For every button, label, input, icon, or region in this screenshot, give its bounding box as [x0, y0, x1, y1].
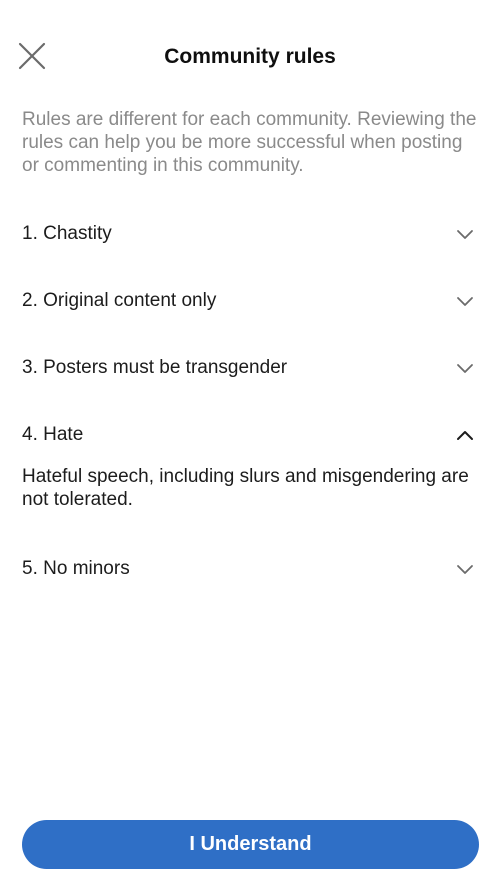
i-understand-button[interactable]: I Understand [22, 820, 479, 869]
rule-item-2[interactable]: 2. Original content only [0, 267, 500, 334]
rule-description: Hateful speech, including slurs and misg… [22, 466, 469, 510]
rules-intro-text: Rules are different for each community. … [22, 109, 477, 176]
chevron-down-icon [454, 290, 476, 312]
rule-title: 2. Original content only [22, 289, 217, 311]
community-rules-screen: Community rules Rules are different for … [0, 0, 500, 890]
rule-title: 3. Posters must be transgender [22, 356, 288, 378]
rule-title: 5. No minors [22, 557, 130, 579]
header: Community rules [0, 0, 500, 112]
chevron-down-icon [454, 357, 476, 379]
rule-item-1[interactable]: 1. Chastity [0, 200, 500, 267]
page-title: Community rules [164, 45, 336, 68]
rule-title: 4. Hate [22, 423, 84, 445]
chevron-down-icon [454, 558, 476, 580]
rule-item-3[interactable]: 3. Posters must be transgender [0, 334, 500, 401]
chevron-down-icon [454, 223, 476, 245]
rules-list: 1. Chastity 2. Original content only 3. … [0, 200, 500, 602]
rule-title: 1. Chastity [22, 222, 112, 244]
footer: I Understand [22, 820, 479, 869]
rule-item-5[interactable]: 5. No minors [0, 535, 500, 602]
rule-item-4[interactable]: 4. Hate [0, 401, 500, 468]
chevron-up-icon [454, 424, 476, 446]
